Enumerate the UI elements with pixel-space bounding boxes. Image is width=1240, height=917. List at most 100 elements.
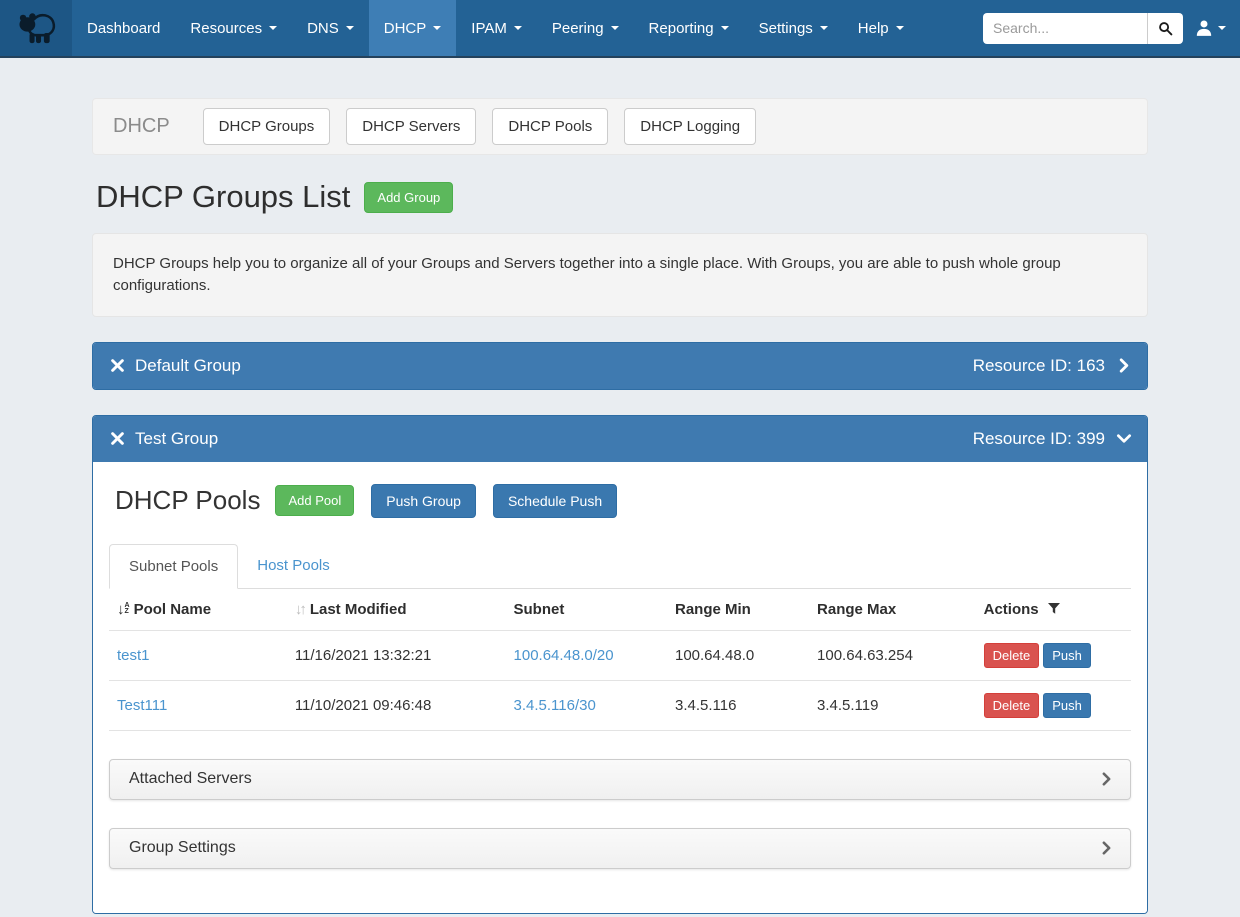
push-button[interactable]: Push [1043, 693, 1091, 718]
delete-group-icon[interactable] [111, 359, 124, 372]
nav-label: DNS [307, 20, 339, 37]
caret-down-icon [896, 26, 904, 30]
add-pool-button[interactable]: Add Pool [275, 485, 354, 516]
nav-label: DHCP [384, 20, 427, 37]
sort-alpha-icon: ↓AZ [117, 602, 130, 617]
top-navbar: Dashboard Resources DNS DHCP IPAM Peerin… [0, 0, 1240, 58]
pools-title: DHCP Pools [115, 485, 260, 516]
push-button[interactable]: Push [1043, 643, 1091, 668]
description-well: DHCP Groups help you to organize all of … [92, 233, 1148, 317]
nav-item-dashboard[interactable]: Dashboard [72, 0, 175, 56]
column-last-modified[interactable]: ↓↑ Last Modified [287, 589, 506, 631]
column-range-min[interactable]: Range Min [667, 589, 809, 631]
range-min-cell: 100.64.48.0 [667, 630, 809, 680]
pools-tabs: Subnet Pools Host Pools [109, 544, 1131, 589]
group-panel-body: DHCP Pools Add Pool Push Group Schedule … [93, 462, 1147, 913]
caret-down-icon [820, 26, 828, 30]
tab-subnet-pools[interactable]: Subnet Pools [109, 544, 238, 589]
column-actions[interactable]: Actions [976, 589, 1131, 631]
dhcp-servers-button[interactable]: DHCP Servers [346, 108, 476, 145]
subnet-link[interactable]: 100.64.48.0/20 [514, 647, 614, 664]
nav-item-ipam[interactable]: IPAM [456, 0, 537, 56]
column-pool-name[interactable]: ↓AZ Pool Name [109, 589, 287, 631]
nav-item-reporting[interactable]: Reporting [634, 0, 744, 56]
nav-item-dhcp[interactable]: DHCP [369, 0, 457, 56]
search-input[interactable] [983, 13, 1147, 44]
sort-icon: ↓↑ [295, 601, 304, 618]
resource-id-label: Resource ID: 399 [973, 429, 1105, 449]
nav-item-settings[interactable]: Settings [744, 0, 843, 56]
group-name: Test Group [135, 429, 218, 449]
breadcrumb-title: DHCP [113, 115, 170, 138]
caret-down-icon [346, 26, 354, 30]
filter-icon[interactable] [1048, 603, 1060, 615]
delete-button[interactable]: Delete [984, 643, 1040, 668]
range-min-cell: 3.4.5.116 [667, 680, 809, 730]
accordion-label: Group Settings [129, 839, 236, 857]
column-label: Pool Name [134, 601, 212, 618]
nav-item-peering[interactable]: Peering [537, 0, 634, 56]
last-modified-cell: 11/16/2021 13:32:21 [287, 630, 506, 680]
table-row: Test111 11/10/2021 09:46:48 3.4.5.116/30… [109, 680, 1131, 730]
breadcrumb-panel: DHCP DHCP Groups DHCP Servers DHCP Pools… [92, 98, 1148, 155]
column-subnet[interactable]: Subnet [506, 589, 667, 631]
group-panel-default: Default Group Resource ID: 163 [92, 342, 1148, 390]
dhcp-pools-button[interactable]: DHCP Pools [492, 108, 608, 145]
chevron-right-icon [1119, 358, 1129, 373]
chevron-right-icon [1102, 772, 1111, 786]
accordion-attached-servers[interactable]: Attached Servers [109, 759, 1131, 800]
delete-button[interactable]: Delete [984, 693, 1040, 718]
caret-down-icon [721, 26, 729, 30]
nav-item-resources[interactable]: Resources [175, 0, 292, 56]
accordion-label: Attached Servers [129, 770, 252, 788]
brand-logo[interactable] [0, 0, 72, 56]
group-panel-test: Test Group Resource ID: 399 DHCP Pools A… [92, 415, 1148, 914]
description-text: DHCP Groups help you to organize all of … [113, 253, 1123, 297]
dhcp-logging-button[interactable]: DHCP Logging [624, 108, 756, 145]
pool-name-link[interactable]: test1 [117, 647, 150, 664]
column-label: Subnet [514, 601, 565, 618]
group-name: Default Group [135, 356, 241, 376]
tab-host-pools[interactable]: Host Pools [238, 544, 349, 588]
range-max-cell: 100.64.63.254 [809, 630, 976, 680]
main-nav: Dashboard Resources DNS DHCP IPAM Peerin… [72, 0, 919, 56]
pool-name-link[interactable]: Test111 [117, 697, 167, 714]
nav-label: Reporting [649, 20, 714, 37]
user-menu-button[interactable] [1195, 19, 1226, 37]
caret-down-icon [1218, 26, 1226, 30]
group-header-default[interactable]: Default Group Resource ID: 163 [93, 343, 1147, 389]
nav-item-dns[interactable]: DNS [292, 0, 369, 56]
navbar-right [983, 0, 1240, 56]
column-label: Last Modified [310, 601, 407, 618]
subnet-link[interactable]: 3.4.5.116/30 [514, 697, 596, 714]
accordion-group-settings[interactable]: Group Settings [109, 828, 1131, 869]
caret-down-icon [269, 26, 277, 30]
resource-id-label: Resource ID: 163 [973, 356, 1105, 376]
delete-group-icon[interactable] [111, 432, 124, 445]
table-row: test1 11/16/2021 13:32:21 100.64.48.0/20… [109, 630, 1131, 680]
column-label: Actions [984, 601, 1039, 618]
column-range-max[interactable]: Range Max [809, 589, 976, 631]
caret-down-icon [611, 26, 619, 30]
chevron-down-icon [1117, 434, 1132, 444]
last-modified-cell: 11/10/2021 09:46:48 [287, 680, 506, 730]
search-button[interactable] [1147, 13, 1183, 44]
nav-item-help[interactable]: Help [843, 0, 919, 56]
dhcp-groups-button[interactable]: DHCP Groups [203, 108, 331, 145]
column-label: Range Max [817, 601, 896, 618]
column-label: Range Min [675, 601, 751, 618]
range-max-cell: 3.4.5.119 [809, 680, 976, 730]
pools-table: ↓AZ Pool Name ↓↑ Last Modified Subnet Rang… [109, 589, 1131, 731]
nav-label: Settings [759, 20, 813, 37]
push-group-button[interactable]: Push Group [371, 484, 476, 518]
nav-label: Peering [552, 20, 604, 37]
caret-down-icon [433, 26, 441, 30]
panda-logo-icon [13, 9, 59, 47]
user-icon [1195, 19, 1213, 37]
nav-label: Dashboard [87, 20, 160, 37]
page-title: DHCP Groups List [96, 179, 350, 215]
add-group-button[interactable]: Add Group [364, 182, 453, 213]
schedule-push-button[interactable]: Schedule Push [493, 484, 617, 518]
nav-label: Resources [190, 20, 262, 37]
group-header-test[interactable]: Test Group Resource ID: 399 [93, 416, 1147, 462]
